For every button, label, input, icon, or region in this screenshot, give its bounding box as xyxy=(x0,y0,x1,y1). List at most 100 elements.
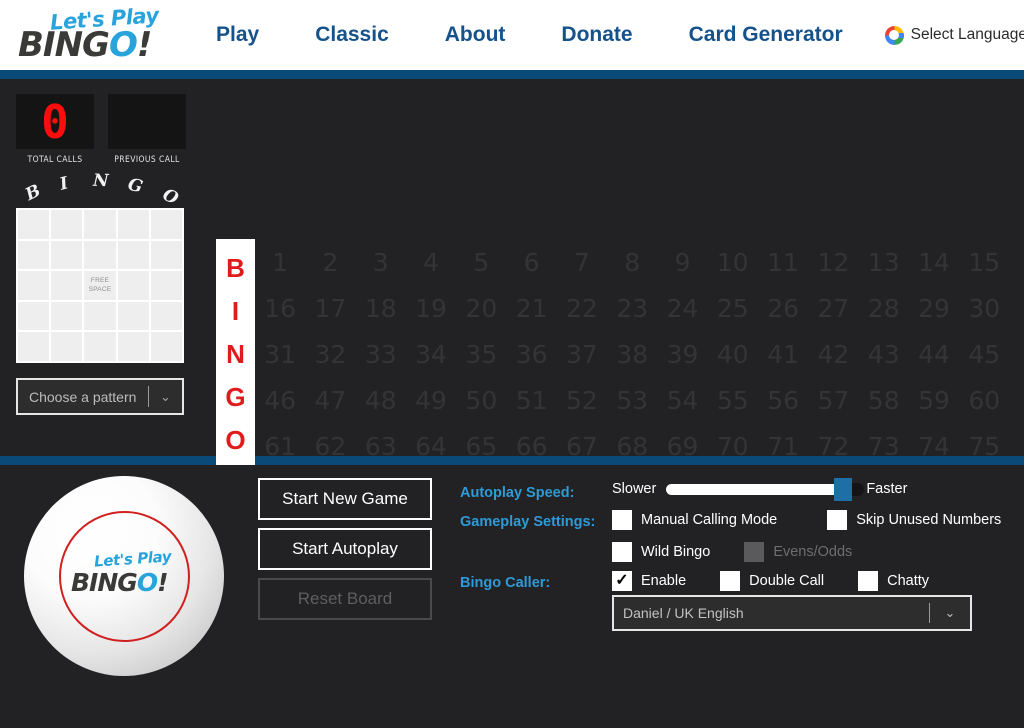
pattern-grid[interactable]: FREE SPACE xyxy=(16,208,184,363)
pattern-cell[interactable] xyxy=(84,332,116,361)
pattern-cell[interactable] xyxy=(18,271,50,300)
caller-enable-checkbox[interactable]: ✓ xyxy=(612,571,632,591)
board-number-27[interactable]: 27 xyxy=(808,285,858,331)
board-number-46[interactable]: 46 xyxy=(255,377,305,423)
start-autoplay-button[interactable]: Start Autoplay xyxy=(258,528,432,570)
board-number-12[interactable]: 12 xyxy=(808,239,858,285)
board-number-23[interactable]: 23 xyxy=(607,285,657,331)
board-number-35[interactable]: 35 xyxy=(456,331,506,377)
board-number-63[interactable]: 63 xyxy=(356,423,406,469)
board-number-52[interactable]: 52 xyxy=(557,377,607,423)
board-number-28[interactable]: 28 xyxy=(859,285,909,331)
pattern-cell[interactable] xyxy=(150,332,182,361)
board-number-47[interactable]: 47 xyxy=(305,377,355,423)
skip-unused-numbers-option[interactable]: Skip Unused Numbers xyxy=(827,510,1001,530)
pattern-cell[interactable] xyxy=(51,210,83,239)
board-number-29[interactable]: 29 xyxy=(909,285,959,331)
board-number-38[interactable]: 38 xyxy=(607,331,657,377)
board-number-60[interactable]: 60 xyxy=(959,377,1009,423)
pattern-cell[interactable] xyxy=(117,271,149,300)
board-number-40[interactable]: 40 xyxy=(708,331,758,377)
board-number-31[interactable]: 31 xyxy=(255,331,305,377)
board-number-37[interactable]: 37 xyxy=(557,331,607,377)
nav-item-card-generator[interactable]: Card Generator xyxy=(661,23,871,47)
pattern-cell[interactable] xyxy=(84,210,116,239)
board-number-19[interactable]: 19 xyxy=(406,285,456,331)
chevron-down-icon[interactable]: ⌄ xyxy=(930,605,970,621)
board-number-49[interactable]: 49 xyxy=(406,377,456,423)
nav-item-classic[interactable]: Classic xyxy=(287,23,417,47)
board-number-61[interactable]: 61 xyxy=(255,423,305,469)
pattern-cell[interactable] xyxy=(18,301,50,331)
pattern-cell[interactable] xyxy=(117,332,149,361)
board-number-58[interactable]: 58 xyxy=(859,377,909,423)
pattern-cell[interactable] xyxy=(51,240,83,270)
board-number-6[interactable]: 6 xyxy=(506,239,556,285)
board-number-51[interactable]: 51 xyxy=(506,377,556,423)
board-number-3[interactable]: 3 xyxy=(356,239,406,285)
board-number-64[interactable]: 64 xyxy=(406,423,456,469)
slider-handle[interactable] xyxy=(834,477,853,501)
board-number-39[interactable]: 39 xyxy=(657,331,707,377)
autoplay-speed-slider[interactable] xyxy=(666,477,865,501)
board-number-53[interactable]: 53 xyxy=(607,377,657,423)
board-number-59[interactable]: 59 xyxy=(909,377,959,423)
board-number-30[interactable]: 30 xyxy=(959,285,1009,331)
pattern-cell[interactable] xyxy=(51,271,83,300)
pattern-cell[interactable] xyxy=(84,240,116,270)
wild-bingo-option[interactable]: Wild Bingo xyxy=(612,542,710,562)
pattern-cell[interactable] xyxy=(117,240,149,270)
board-number-33[interactable]: 33 xyxy=(356,331,406,377)
board-number-55[interactable]: 55 xyxy=(708,377,758,423)
board-number-11[interactable]: 11 xyxy=(758,239,808,285)
caller-double-call-checkbox[interactable] xyxy=(720,571,741,591)
board-number-74[interactable]: 74 xyxy=(909,423,959,469)
pattern-cell[interactable] xyxy=(84,301,116,331)
board-number-50[interactable]: 50 xyxy=(456,377,506,423)
board-number-10[interactable]: 10 xyxy=(708,239,758,285)
board-number-25[interactable]: 25 xyxy=(708,285,758,331)
pattern-cell[interactable] xyxy=(117,301,149,331)
pattern-cell[interactable] xyxy=(150,301,182,331)
board-number-8[interactable]: 8 xyxy=(607,239,657,285)
pattern-cell[interactable] xyxy=(150,240,182,270)
board-number-68[interactable]: 68 xyxy=(607,423,657,469)
site-logo[interactable]: Let's Play BINGO! xyxy=(16,3,166,65)
board-number-24[interactable]: 24 xyxy=(657,285,707,331)
board-number-57[interactable]: 57 xyxy=(808,377,858,423)
caller-chatty-checkbox[interactable] xyxy=(858,571,879,591)
board-number-41[interactable]: 41 xyxy=(758,331,808,377)
board-number-36[interactable]: 36 xyxy=(506,331,556,377)
nav-item-about[interactable]: About xyxy=(417,23,534,47)
board-number-45[interactable]: 45 xyxy=(959,331,1009,377)
board-number-16[interactable]: 16 xyxy=(255,285,305,331)
board-number-42[interactable]: 42 xyxy=(808,331,858,377)
pattern-cell[interactable] xyxy=(51,332,83,361)
chevron-down-icon[interactable]: ⌄ xyxy=(149,389,182,405)
pattern-cell[interactable] xyxy=(150,210,182,239)
nav-item-donate[interactable]: Donate xyxy=(533,23,660,47)
caller-double-call-option[interactable]: Double Call xyxy=(720,571,824,591)
pattern-cell[interactable] xyxy=(18,240,50,270)
board-number-65[interactable]: 65 xyxy=(456,423,506,469)
pattern-cell[interactable] xyxy=(18,332,50,361)
wild-bingo-checkbox[interactable] xyxy=(612,542,632,562)
board-number-4[interactable]: 4 xyxy=(406,239,456,285)
board-number-9[interactable]: 9 xyxy=(657,239,707,285)
caller-chatty-option[interactable]: Chatty xyxy=(858,571,929,591)
board-number-20[interactable]: 20 xyxy=(456,285,506,331)
caller-voice-dropdown[interactable]: Daniel / UK English ⌄ xyxy=(612,595,972,631)
board-number-34[interactable]: 34 xyxy=(406,331,456,377)
board-number-48[interactable]: 48 xyxy=(356,377,406,423)
board-number-32[interactable]: 32 xyxy=(305,331,355,377)
board-number-73[interactable]: 73 xyxy=(859,423,909,469)
board-number-69[interactable]: 69 xyxy=(657,423,707,469)
board-number-26[interactable]: 26 xyxy=(758,285,808,331)
board-number-17[interactable]: 17 xyxy=(305,285,355,331)
board-number-5[interactable]: 5 xyxy=(456,239,506,285)
board-number-44[interactable]: 44 xyxy=(909,331,959,377)
board-number-71[interactable]: 71 xyxy=(758,423,808,469)
board-number-18[interactable]: 18 xyxy=(356,285,406,331)
board-number-13[interactable]: 13 xyxy=(859,239,909,285)
board-number-21[interactable]: 21 xyxy=(506,285,556,331)
